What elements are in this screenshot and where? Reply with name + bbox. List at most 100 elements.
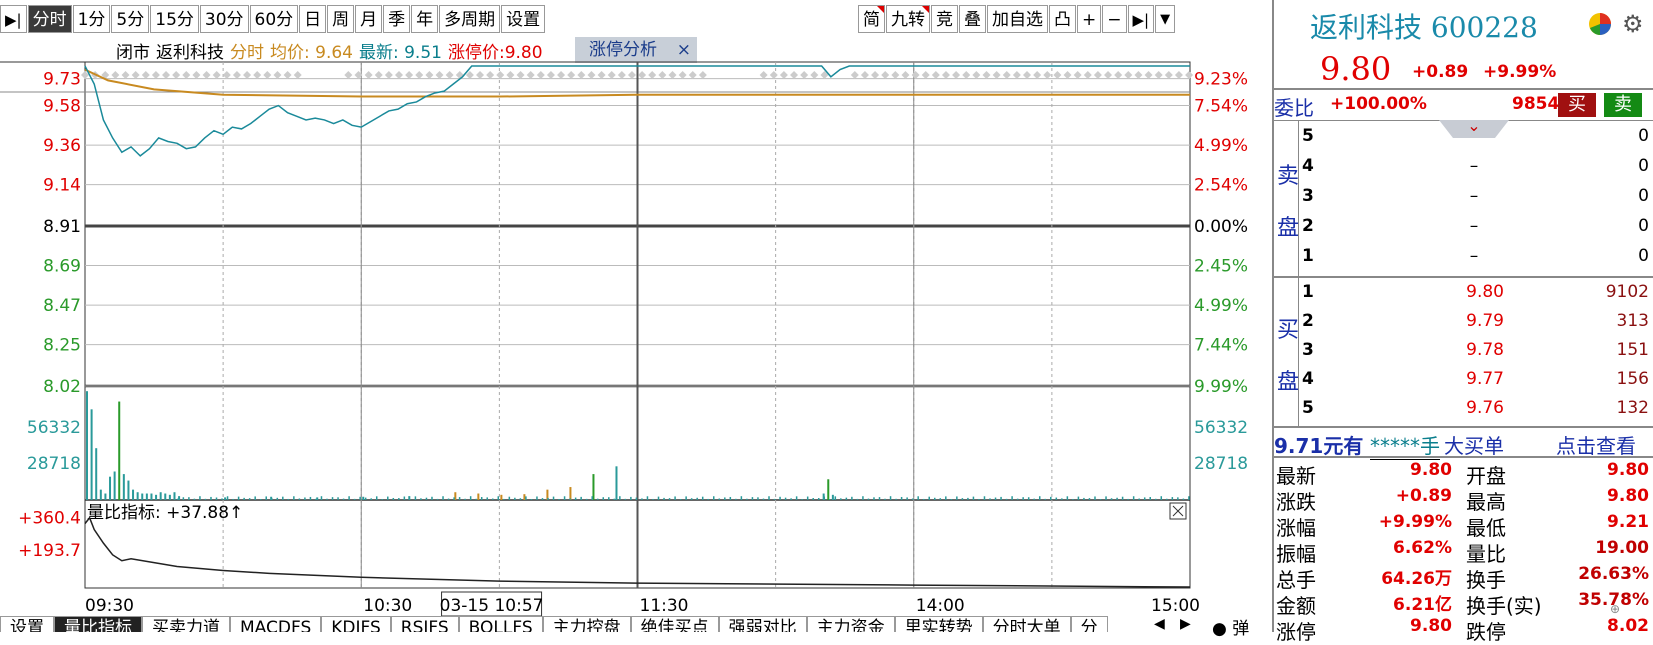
indicator-tab-4[interactable]: KDJFS bbox=[321, 616, 391, 632]
popup-toggle[interactable]: ● 弹 bbox=[1212, 614, 1249, 639]
indicator-tab-1[interactable]: 量比指标 bbox=[54, 616, 142, 632]
limit-marker bbox=[263, 71, 272, 79]
big-order-link[interactable]: 点击查看 bbox=[1556, 430, 1636, 459]
sell-volume-1: 0 bbox=[1638, 246, 1649, 266]
stat-value-5: 6.21亿 bbox=[1393, 595, 1452, 615]
sell-price-1: – bbox=[1469, 246, 1479, 266]
sell-level-5: 5 bbox=[1302, 126, 1314, 146]
limit-marker bbox=[162, 71, 171, 79]
buy-price-2: 9.79 bbox=[1466, 311, 1504, 331]
limit-marker bbox=[192, 71, 201, 79]
volume-bar bbox=[326, 498, 328, 500]
wei-bi-diff: 9854 bbox=[1512, 94, 1560, 114]
indicator-tab-2[interactable]: 买卖力道 bbox=[142, 616, 230, 632]
volume-bar bbox=[889, 496, 892, 500]
volume-bar bbox=[155, 494, 158, 500]
volume-bar bbox=[304, 497, 306, 500]
limit-marker bbox=[1134, 71, 1143, 79]
limit-marker bbox=[1002, 71, 1011, 79]
volume-bar bbox=[204, 498, 207, 500]
indicator-tab-8[interactable]: 绝佳买点 bbox=[630, 616, 719, 632]
limit-marker bbox=[992, 71, 1001, 79]
volume-bar bbox=[757, 497, 759, 500]
limit-marker bbox=[455, 71, 464, 79]
buy-level-2: 2 bbox=[1302, 311, 1314, 331]
volume-bar bbox=[168, 494, 171, 500]
limit-marker bbox=[557, 71, 566, 79]
limit-marker bbox=[506, 71, 515, 79]
volume-bar bbox=[641, 498, 643, 500]
indicator-tab-0[interactable]: 设置 bbox=[0, 616, 54, 632]
volume-bar bbox=[978, 498, 980, 500]
indicator-tab-6[interactable]: BOLLFS bbox=[458, 616, 543, 632]
indicator-tab-12[interactable]: 分时大单 bbox=[982, 616, 1071, 632]
limit-marker bbox=[891, 71, 900, 79]
volume-tick-right: 28718 bbox=[1194, 454, 1248, 474]
buy-volume-3: 151 bbox=[1616, 340, 1649, 360]
indicator-tab-9[interactable]: 强弱对比 bbox=[718, 616, 807, 632]
scroll-right-icon[interactable]: ▶ bbox=[1180, 616, 1191, 632]
y-left-tick: 8.47 bbox=[43, 296, 81, 316]
limit-marker bbox=[1093, 71, 1102, 79]
volume-bar bbox=[972, 496, 975, 500]
volume-bar bbox=[1160, 496, 1163, 500]
limit-marker bbox=[293, 71, 302, 79]
buy-button[interactable]: 买 bbox=[1558, 93, 1596, 117]
gear-icon[interactable]: ⚙ bbox=[1622, 10, 1644, 38]
volume-bar bbox=[475, 498, 477, 500]
volume-bar bbox=[806, 496, 809, 500]
limit-marker bbox=[111, 71, 120, 79]
volume-bar bbox=[403, 496, 406, 500]
limit-marker bbox=[141, 71, 150, 79]
volume-bar bbox=[387, 496, 389, 500]
indicator-tab-11[interactable]: 里实转势 bbox=[894, 616, 983, 632]
volume-bar bbox=[248, 498, 251, 500]
indicator-tab-3[interactable]: MACDFS bbox=[230, 616, 322, 632]
volume-bar bbox=[523, 494, 526, 500]
volume-bar bbox=[989, 498, 991, 500]
limit-marker bbox=[253, 71, 262, 79]
volume-bar bbox=[508, 496, 511, 500]
indicator-tab-7[interactable]: 主力控盘 bbox=[542, 616, 631, 632]
volume-bar bbox=[1143, 497, 1146, 500]
volume-bar bbox=[592, 474, 595, 500]
cursor-time-label: 03-15 10:57 bbox=[440, 596, 544, 616]
limit-marker bbox=[344, 71, 353, 79]
pie-chart-icon[interactable] bbox=[1588, 12, 1612, 36]
limit-marker bbox=[486, 71, 495, 79]
volume-bar bbox=[917, 496, 919, 500]
limit-marker bbox=[1053, 71, 1062, 79]
scroll-left-icon[interactable]: ◀ bbox=[1154, 616, 1165, 632]
stat-key-6: 涨停 bbox=[1276, 620, 1316, 644]
volume-bar bbox=[315, 498, 317, 500]
volume-bar bbox=[254, 496, 256, 500]
limit-marker bbox=[1043, 71, 1052, 79]
volume-bar bbox=[145, 493, 148, 500]
quote-panel: 返利科技 600228 ⚙ 9.80 +0.89 +9.99% 委比 +100.… bbox=[1272, 0, 1653, 644]
volume-bar bbox=[906, 497, 908, 500]
volume-bar bbox=[1094, 496, 1096, 500]
limit-marker bbox=[131, 71, 140, 79]
volume-bar bbox=[210, 496, 212, 500]
indicator-tab-5[interactable]: RSIFS bbox=[390, 616, 459, 632]
chevron-down-icon[interactable]: ⌄ bbox=[1439, 120, 1509, 138]
limit-marker bbox=[1104, 71, 1113, 79]
intraday-chart[interactable]: 9.73 9.23% 9.58 7.54% 9.36 4.99% 9.14 2.54% 8.91… bbox=[0, 0, 1272, 616]
volume-bar bbox=[425, 497, 428, 500]
volume-bar bbox=[530, 498, 533, 500]
volume-bar bbox=[375, 496, 378, 500]
volume-bar bbox=[320, 496, 323, 500]
limit-marker bbox=[810, 71, 819, 79]
indicator-tab-13[interactable]: 分 bbox=[1070, 616, 1108, 632]
volume-bar bbox=[795, 496, 798, 500]
quote-change: +0.89 bbox=[1412, 62, 1469, 82]
volume-bar bbox=[823, 496, 826, 500]
indicator-tab-10[interactable]: 主力资金 bbox=[806, 616, 895, 632]
volume-bar bbox=[591, 496, 593, 500]
stat-key-4: 总手 bbox=[1276, 568, 1316, 592]
y-right-tick: 2.54% bbox=[1194, 176, 1248, 196]
limit-marker bbox=[627, 71, 636, 79]
y-right-tick: 4.99% bbox=[1194, 136, 1248, 156]
sell-button[interactable]: 卖 bbox=[1604, 93, 1642, 117]
volume-bar bbox=[961, 498, 964, 500]
